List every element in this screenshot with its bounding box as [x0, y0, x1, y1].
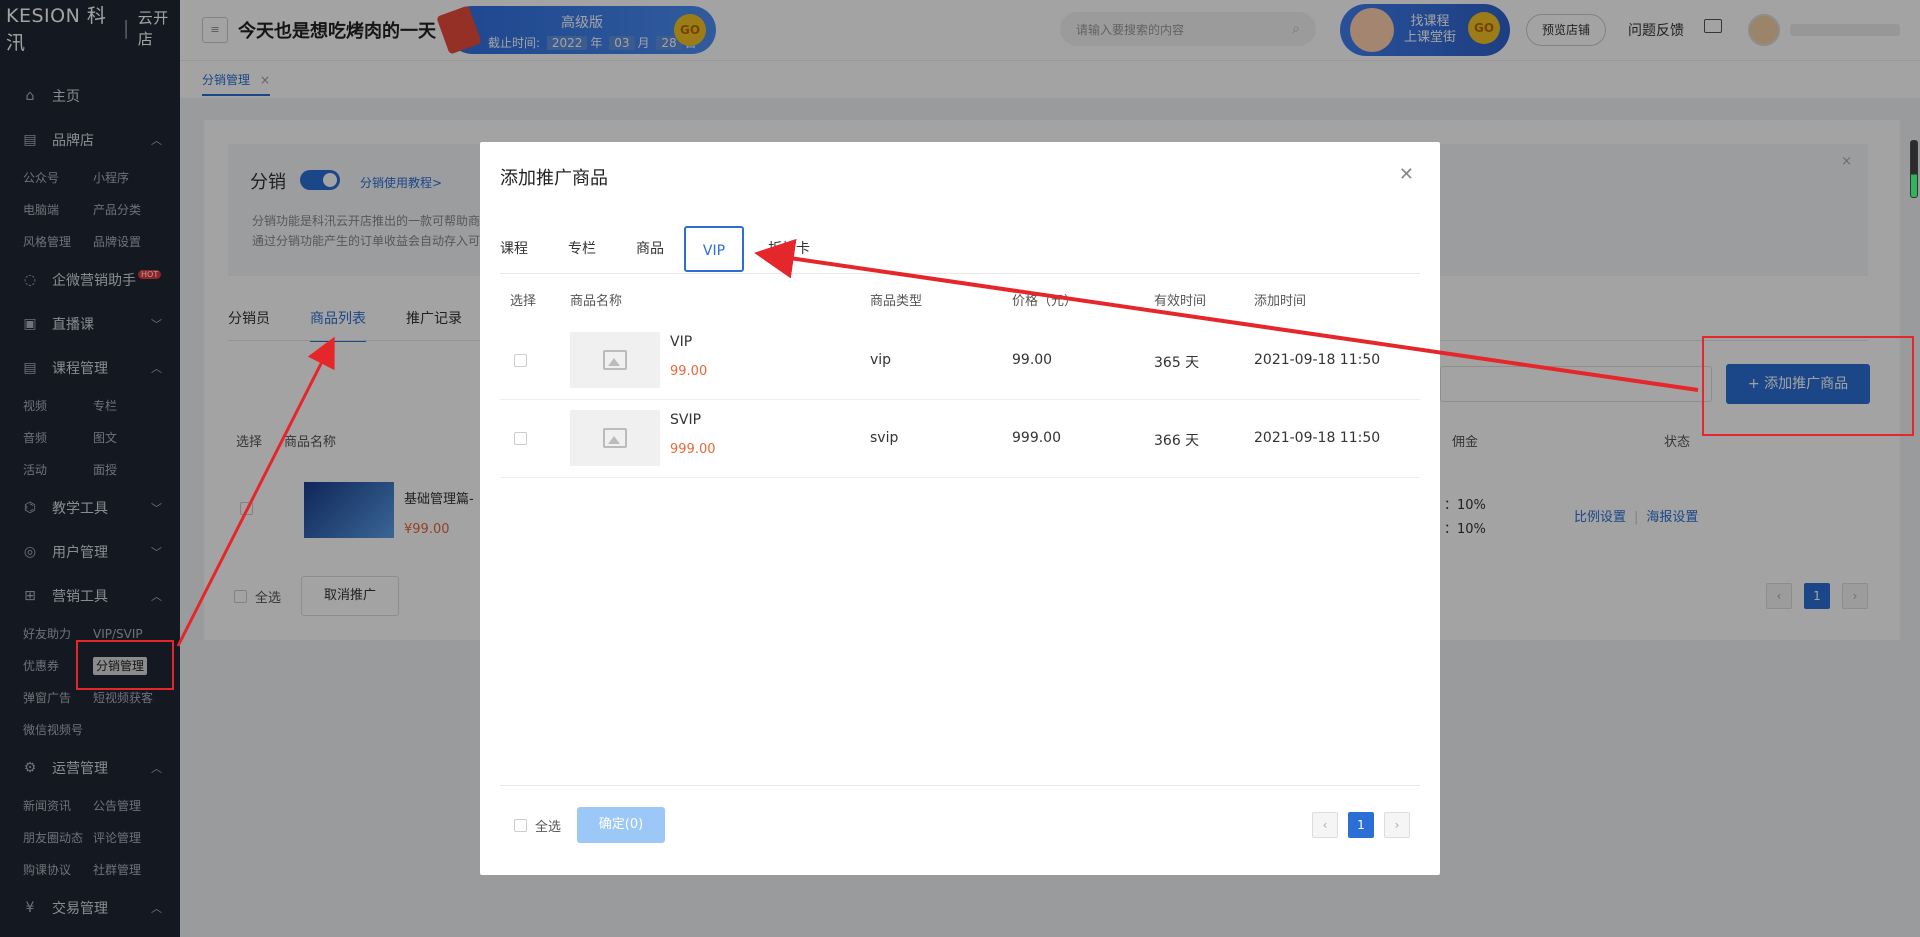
product-thumbnail: [570, 410, 660, 466]
product-type: vip: [870, 352, 892, 368]
modal-tabs: 课程 专栏 商品 VIP 折扣卡: [500, 226, 1420, 274]
product-price: 999.00: [670, 442, 716, 457]
col-valid: 有效时间: [1154, 294, 1207, 309]
tab-goods[interactable]: 商品: [636, 226, 664, 272]
product-name: SVIP: [670, 412, 702, 428]
modal-title: 添加推广商品: [500, 168, 608, 189]
added-time: 2021-09-18 11:50: [1254, 430, 1381, 446]
prev-page-button[interactable]: ‹: [1312, 812, 1338, 838]
confirm-button[interactable]: 确定(0): [577, 807, 666, 843]
col-added: 添加时间: [1254, 294, 1307, 309]
modal-footer: 全选 确定(0) ‹ 1 ›: [500, 807, 1420, 843]
modal-footer-divider: [500, 785, 1420, 786]
select-all-checkbox[interactable]: [514, 818, 527, 832]
price-value: 99.00: [1012, 352, 1053, 368]
annotation-box-add-button: [1702, 336, 1914, 436]
image-placeholder-icon: [603, 428, 627, 448]
image-placeholder-icon: [603, 350, 627, 370]
table-row: SVIP 999.00 svip 999.00 366 天 2021-09-18…: [500, 400, 1420, 478]
select-all-label: 全选: [535, 819, 562, 835]
annotation-box-sidebar: [76, 640, 174, 690]
page-number[interactable]: 1: [1348, 812, 1374, 838]
scroll-indicator: [1910, 140, 1918, 198]
modal-pagination: ‹ 1 ›: [1312, 812, 1410, 838]
add-promo-product-modal: 添加推广商品 ✕ 课程 专栏 商品 VIP 折扣卡 选择 商品名称 商品类型 价…: [480, 142, 1440, 875]
col-type: 商品类型: [870, 294, 923, 309]
tab-column[interactable]: 专栏: [568, 226, 596, 272]
product-name: VIP: [670, 334, 693, 350]
close-icon[interactable]: ✕: [1399, 164, 1414, 185]
product-thumbnail: [570, 332, 660, 388]
modal-table-header: 选择 商品名称 商品类型 价格（元） 有效时间 添加时间: [500, 290, 1420, 320]
col-name: 商品名称: [570, 294, 623, 309]
product-type: svip: [870, 430, 899, 446]
valid-period: 365 天: [1154, 355, 1200, 371]
col-select: 选择: [510, 294, 537, 309]
col-price: 价格（元）: [1012, 294, 1078, 309]
tab-vip[interactable]: VIP: [684, 226, 744, 272]
tab-course[interactable]: 课程: [500, 226, 528, 272]
tab-discount-card[interactable]: 折扣卡: [768, 226, 810, 272]
select-all[interactable]: 全选: [514, 816, 561, 835]
row-checkbox[interactable]: [514, 354, 527, 367]
row-checkbox[interactable]: [514, 432, 527, 445]
valid-period: 366 天: [1154, 433, 1200, 449]
product-price: 99.00: [670, 364, 708, 379]
next-page-button[interactable]: ›: [1384, 812, 1410, 838]
added-time: 2021-09-18 11:50: [1254, 352, 1381, 368]
table-row: VIP 99.00 vip 99.00 365 天 2021-09-18 11:…: [500, 322, 1420, 400]
price-value: 999.00: [1012, 430, 1061, 446]
